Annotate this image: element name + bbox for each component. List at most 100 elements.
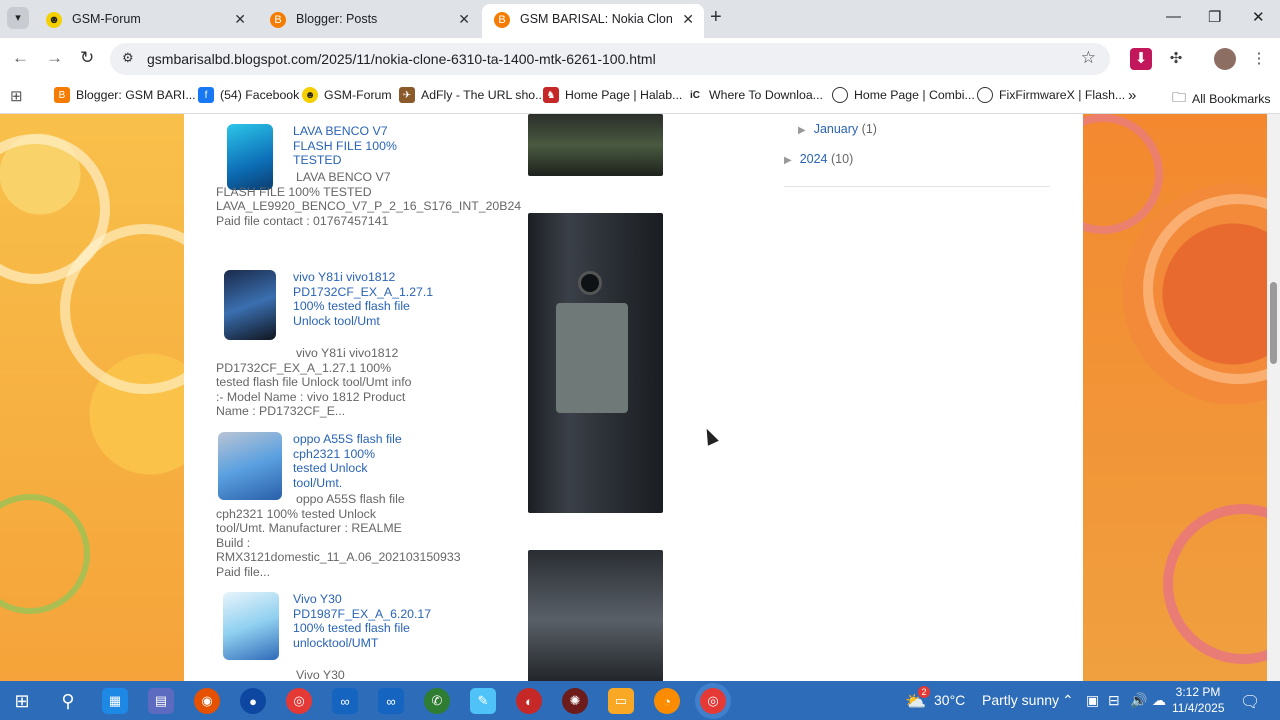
forward-arrow-icon[interactable]: → [46, 48, 63, 68]
address-bar[interactable]: ⚙ gsmbarisalbd.blogspot.com/2025/11/noki… [110, 43, 1110, 75]
new-tab-plus-icon[interactable]: + [710, 6, 722, 29]
globe-icon [832, 87, 848, 103]
tool-icon[interactable]: ∞ [332, 688, 358, 714]
bookmark-label: AdFly - The URL sho... [421, 88, 546, 102]
store-icon[interactable]: ▦ [102, 688, 128, 714]
app-icon[interactable]: ◐ [516, 688, 542, 714]
tab-gsm-barisal[interactable]: B GSM BARISAL: Nokia Clone 63 ✕ [482, 4, 704, 38]
computer-icon[interactable]: ▤ [148, 688, 174, 714]
bookmark-label: Blogger: GSM BARI... [76, 88, 196, 102]
search-icon[interactable]: ⚲ [55, 688, 81, 714]
bookmark-combi[interactable]: Home Page | Combi... [832, 87, 975, 103]
list-item: oppo A55S flash file cph2321 100% tested… [216, 432, 461, 582]
tool-icon[interactable]: ✎ [470, 688, 496, 714]
tab-blogger-posts[interactable]: B Blogger: Posts ✕ [258, 4, 480, 38]
tab-gsm-forum[interactable]: ☻ GSM-Forum ✕ [34, 4, 256, 38]
swirl-decoration [1163, 504, 1280, 664]
tool-icon[interactable]: ∞ [378, 688, 404, 714]
network-card-icon[interactable]: ▣ [1086, 692, 1099, 709]
bookmark-halab[interactable]: ♞ Home Page | Halab... [543, 87, 682, 103]
close-tab-icon[interactable]: ✕ [682, 11, 694, 28]
post-snippet: oppo A55S flash file cph2321 100% tested… [216, 492, 461, 579]
all-bookmarks-label: All Bookmarks [1192, 92, 1271, 106]
menu-kebab-icon[interactable]: ⋮ [1248, 48, 1270, 70]
bookmark-label: GSM-Forum [324, 88, 392, 102]
smiley-icon: ☻ [46, 12, 62, 28]
file-explorer-icon[interactable]: ▭ [608, 688, 634, 714]
clock-date: 11/4/2025 [1172, 701, 1225, 715]
archive-year-2024[interactable]: ▶ 2024 (10) [784, 152, 853, 166]
tab-search-dropdown-icon[interactable]: ▾ [7, 7, 29, 29]
expand-triangle-icon[interactable]: ▶ [784, 155, 792, 166]
weather-text[interactable]: Partly sunny [982, 692, 1059, 708]
close-tab-icon[interactable]: ✕ [458, 11, 470, 28]
page-scrollbar[interactable] [1267, 114, 1280, 681]
chrome-icon[interactable]: ◎ [286, 688, 312, 714]
all-bookmarks[interactable]: 🗀 All Bookmarks [1172, 87, 1271, 111]
bookmark-adfly[interactable]: ✈ AdFly - The URL sho... [399, 87, 545, 103]
post-thumbnail[interactable] [218, 432, 282, 500]
chrome-active-icon[interactable]: ◎ [700, 688, 726, 714]
bookmark-label: FixFirmwareX | Flash... [999, 88, 1126, 102]
clock-time: 3:12 PM [1175, 685, 1221, 699]
download-extension-icon[interactable]: ⬇ [1130, 48, 1152, 70]
app-icon[interactable]: ● [240, 688, 266, 714]
bookmark-fixfirmwarex[interactable]: FixFirmwareX | Flash... [977, 87, 1125, 103]
weather-temp[interactable]: 30°C [934, 692, 965, 708]
list-item: LAVA BENCO V7 FLASH FILE 100% TESTED LAV… [216, 124, 521, 264]
bookmark-gsm-forum[interactable]: ☻ GSM-Forum [302, 87, 392, 103]
archive-label[interactable]: January [814, 122, 858, 136]
onedrive-cloud-icon[interactable]: ☁ [1152, 692, 1166, 709]
windows-start-icon[interactable]: ⊞ [9, 688, 35, 714]
post-thumbnail[interactable] [224, 270, 276, 340]
bookmark-label: Home Page | Combi... [854, 88, 975, 102]
blogger-icon: B [270, 12, 286, 28]
bookmark-star-icon[interactable]: ☆ [1081, 48, 1096, 68]
bookmark-facebook[interactable]: f (54) Facebook [198, 87, 299, 103]
restore-icon[interactable]: ❐ [1208, 8, 1221, 26]
post-snippet: Vivo Y30 [296, 668, 345, 681]
post-title-link[interactable]: oppo A55S flash file cph2321 100% tested… [293, 432, 411, 490]
scrollbar-thumb[interactable] [1270, 282, 1277, 364]
back-arrow-icon[interactable]: ← [12, 48, 29, 68]
profile-avatar[interactable] [1214, 48, 1236, 70]
phone-battery-compartment [556, 303, 628, 413]
close-window-icon[interactable]: ✕ [1252, 8, 1265, 26]
chevron-up-icon[interactable]: ⌃ [1062, 692, 1074, 709]
post-title-link[interactable]: vivo Y81i vivo1812 PD1732CF_EX_A_1.27.1 … [293, 270, 433, 328]
site-info-icon[interactable]: ⚙ [122, 50, 134, 66]
bookmark-label: Home Page | Halab... [565, 88, 683, 102]
extensions-puzzle-icon[interactable]: ✣ [1165, 48, 1187, 70]
weather-badge: 2 [918, 686, 930, 698]
notifications-icon[interactable]: 🗨 [1240, 692, 1260, 712]
post-title-link[interactable]: Vivo Y30 PD1987F_EX_A_6.20.17 100% teste… [293, 592, 431, 650]
minimize-icon[interactable]: — [1166, 8, 1181, 25]
halab-icon: ♞ [543, 87, 559, 103]
divider [784, 186, 1050, 187]
expand-triangle-icon[interactable]: ▶ [798, 125, 806, 136]
post-thumbnail[interactable] [223, 592, 279, 660]
volume-icon[interactable]: 🔊 [1130, 692, 1147, 709]
apps-grid-icon[interactable]: ⊞ [10, 87, 23, 105]
app-icon[interactable]: ✺ [562, 688, 588, 714]
clock[interactable]: 3:12 PM 11/4/2025 [1172, 684, 1225, 716]
blogger-icon: B [494, 12, 510, 28]
facebook-icon: f [198, 87, 214, 103]
close-tab-icon[interactable]: ✕ [234, 11, 246, 28]
folder-icon: 🗀 [1172, 89, 1186, 105]
archive-month-january[interactable]: ▶ January (1) [798, 122, 877, 136]
post-title-link[interactable]: LAVA BENCO V7 FLASH FILE 100% TESTED [293, 124, 411, 168]
app-icon[interactable]: ◔ [654, 688, 680, 714]
adfly-icon: ✈ [399, 87, 415, 103]
bookmark-where-to-download[interactable]: iC Where To Downloa... [687, 87, 823, 103]
reload-icon[interactable]: ↻ [80, 48, 94, 68]
whatsapp-icon[interactable]: ✆ [424, 688, 450, 714]
archive-label[interactable]: 2024 [800, 152, 828, 166]
url-text[interactable]: gsmbarisalbd.blogspot.com/2025/11/nokia-… [147, 51, 656, 67]
windows-taskbar: ⊞ ⚲ ▦ ▤ ◉ ● ◎ ∞ ∞ ✆ ✎ ◐ ✺ ▭ ◔ ◎ ⛅ 2 30°C… [0, 681, 1280, 720]
bookmark-blogger[interactable]: B Blogger: GSM BARI... [54, 87, 196, 103]
more-bookmarks-chevron-icon[interactable]: » [1128, 87, 1136, 104]
ethernet-icon[interactable]: ⊟ [1108, 692, 1120, 709]
firefox-icon[interactable]: ◉ [194, 688, 220, 714]
globe-icon [977, 87, 993, 103]
